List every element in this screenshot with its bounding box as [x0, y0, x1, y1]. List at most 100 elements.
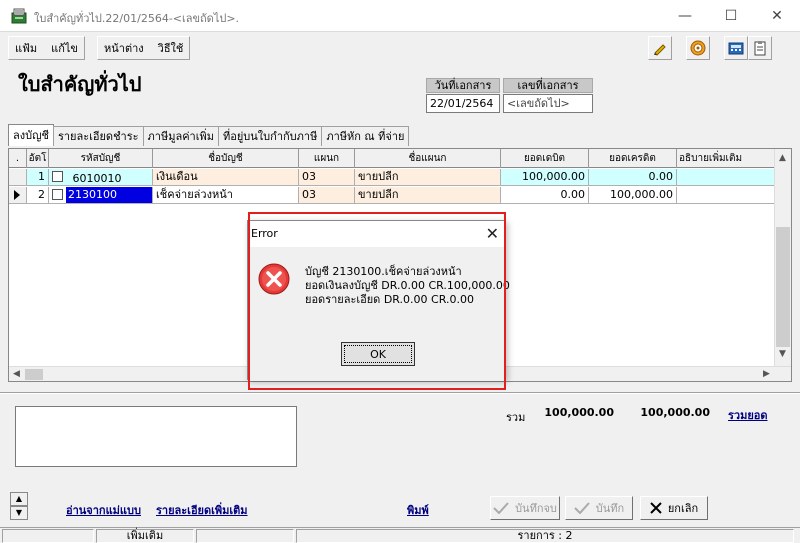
- title-bar: ใบสำคัญทั่วไป.22/01/2564-<เลขถัดไป>. — ☐…: [0, 0, 800, 32]
- maximize-button[interactable]: ☐: [708, 0, 754, 32]
- dept-name[interactable]: ขายปลีก: [355, 187, 501, 204]
- menu-window[interactable]: หน้าต่าง: [102, 39, 146, 57]
- menu-group-main: แฟ้ม แก้ไข: [8, 36, 85, 60]
- dept-code[interactable]: 03: [299, 187, 355, 204]
- spin-down-button[interactable]: ▼: [10, 506, 28, 520]
- row-checkbox-cell[interactable]: 2130100: [49, 187, 153, 204]
- grid-header-credit[interactable]: ยอดเครดิต: [589, 149, 677, 168]
- debit-amount[interactable]: 0.00: [501, 187, 589, 204]
- row-number: 2: [27, 187, 49, 204]
- credit-amount[interactable]: 0.00: [589, 169, 677, 186]
- save-button[interactable]: บันทึก: [565, 496, 633, 520]
- note-cell[interactable]: [677, 187, 775, 204]
- credit-amount[interactable]: 100,000.00: [589, 187, 677, 204]
- grid-header-dept-name[interactable]: ชื่อแผนก: [355, 149, 501, 168]
- account-code[interactable]: 6010010: [73, 172, 122, 185]
- read-template-link[interactable]: อ่านจากแม่แบบ: [66, 501, 141, 519]
- status-mode: เพิ่มเติม: [96, 529, 194, 543]
- scroll-left-icon[interactable]: ◀: [13, 369, 20, 379]
- account-name[interactable]: เงินเดือน: [153, 169, 299, 186]
- app-icon: [11, 8, 27, 24]
- tab-withholding-tax[interactable]: ภาษีหัก ณ ที่จ่าย: [321, 126, 410, 146]
- spin-up-icon: ▲: [15, 494, 23, 503]
- window-title: ใบสำคัญทั่วไป.22/01/2564-<เลขถัดไป>.: [34, 12, 240, 25]
- spin-up-button[interactable]: ▲: [10, 492, 28, 506]
- menu-edit[interactable]: แก้ไข: [49, 39, 80, 57]
- close-window-button[interactable]: ✕: [754, 0, 800, 32]
- menu-file[interactable]: แฟ้ม: [13, 39, 39, 57]
- total-debit: 100,000.00: [544, 406, 614, 419]
- save-close-button[interactable]: บันทึกจบ: [490, 496, 560, 520]
- dialog-message-line-3: ยอดรายละเอียด DR.0.00 CR.0.00: [305, 293, 474, 306]
- ok-button[interactable]: OK: [341, 342, 415, 366]
- table-row[interactable]: 2 2130100 เช็คจ่ายล่วงหน้า 03 ขายปลีก 0.…: [9, 187, 775, 204]
- dialog-message-line-1: บัญชี 2130100.เช็คจ่ายล่วงหน้า: [305, 265, 462, 278]
- menu-group-window: หน้าต่าง วิธีใช้: [97, 36, 191, 60]
- row-checkbox[interactable]: [52, 171, 63, 182]
- memo-textarea[interactable]: [15, 406, 297, 467]
- total-credit: 100,000.00: [640, 406, 710, 419]
- grid-header-account-name[interactable]: ชื่อบัญชี: [153, 149, 299, 168]
- sum-total-link[interactable]: รวมยอด: [728, 406, 768, 424]
- calculator-tool-button[interactable]: [724, 36, 748, 60]
- scroll-right-icon[interactable]: ▶: [763, 369, 770, 379]
- clipboard-tool-button[interactable]: [748, 36, 772, 60]
- scroll-down-icon[interactable]: ▼: [779, 349, 786, 359]
- tab-tax-invoice-address[interactable]: ที่อยู่บนใบกำกับภาษี: [218, 126, 323, 146]
- account-name[interactable]: เช็คจ่ายล่วงหน้า: [153, 187, 299, 204]
- print-link[interactable]: พิมพ์: [407, 501, 429, 519]
- minimize-button[interactable]: —: [662, 0, 708, 32]
- status-item-count: รายการ : 2: [296, 529, 794, 543]
- vertical-scroll-thumb[interactable]: [776, 227, 790, 347]
- scroll-up-icon[interactable]: ▲: [779, 153, 786, 163]
- horizontal-scroll-thumb[interactable]: [25, 369, 43, 380]
- target-tool-button[interactable]: [686, 36, 710, 60]
- debit-amount[interactable]: 100,000.00: [501, 169, 589, 186]
- doc-no-field[interactable]: <เลขถัดไป>: [503, 94, 593, 113]
- dept-code[interactable]: 03: [299, 169, 355, 186]
- check-icon: [493, 502, 509, 514]
- status-panel-empty: [2, 529, 94, 543]
- dept-name[interactable]: ขายปลีก: [355, 169, 501, 186]
- tab-payment-detail[interactable]: รายละเอียดชำระ: [52, 126, 144, 146]
- row-checkbox[interactable]: [52, 189, 63, 200]
- cancel-label: ยกเลิก: [667, 502, 699, 515]
- row-number: 1: [27, 169, 49, 186]
- grid-header-debit[interactable]: ยอดเดบิต: [501, 149, 589, 168]
- current-row-indicator[interactable]: [9, 187, 27, 204]
- check-icon: [574, 502, 590, 514]
- grid-vertical-scrollbar[interactable]: ▲ ▼: [774, 149, 791, 367]
- account-code-selected[interactable]: 2130100: [66, 187, 152, 203]
- menu-bar: แฟ้ม แก้ไข หน้าต่าง วิธีใช้: [0, 33, 800, 63]
- row-indicator[interactable]: [9, 169, 27, 186]
- dialog-title: Error: [251, 227, 278, 240]
- note-cell[interactable]: [677, 169, 775, 186]
- menu-help[interactable]: วิธีใช้: [156, 39, 186, 57]
- target-icon: [690, 40, 706, 56]
- doc-no-label: เลขที่เอกสาร: [503, 78, 593, 93]
- dialog-close-icon[interactable]: ✕: [486, 224, 499, 243]
- dialog-body: บัญชี 2130100.เช็คจ่ายล่วงหน้า ยอดเงินลง…: [248, 247, 510, 381]
- dialog-message-line-2: ยอดเงินลงบัญชี DR.0.00 CR.100,000.00: [305, 279, 510, 292]
- pencil-icon: [654, 44, 666, 56]
- grid-header-dept[interactable]: แผนก: [299, 149, 355, 168]
- doc-date-field[interactable]: 22/01/2564: [426, 94, 500, 113]
- row-checkbox-cell[interactable]: 6010010: [49, 169, 153, 186]
- doc-date-label: วันที่เอกสาร: [426, 78, 500, 93]
- page-title: ใบสำคัญทั่วไป: [18, 72, 142, 96]
- total-label: รวม: [506, 411, 526, 424]
- row-pointer-icon: [14, 190, 20, 200]
- table-row[interactable]: 1 6010010 เงินเดือน 03 ขายปลีก 100,000.0…: [9, 169, 775, 186]
- pencil-tool-button[interactable]: [648, 36, 672, 60]
- close-icon: [650, 502, 662, 514]
- tab-vat[interactable]: ภาษีมูลค่าเพิ่ม: [142, 126, 219, 146]
- tab-strip: ลงบัญชี รายละเอียดชำระ ภาษีมูลค่าเพิ่ม ท…: [8, 124, 410, 146]
- dialog-title-bar: Error ✕: [248, 221, 505, 247]
- grid-header-indicator: .: [9, 149, 27, 168]
- more-detail-link[interactable]: รายละเอียดเพิ่มเติม: [156, 501, 248, 519]
- cancel-button[interactable]: ยกเลิก: [640, 496, 708, 520]
- tab-posting[interactable]: ลงบัญชี: [8, 124, 54, 146]
- grid-header-note[interactable]: อธิบายเพิ่มเติม: [677, 149, 775, 168]
- grid-header-account-code[interactable]: รหัสบัญชี: [49, 149, 153, 168]
- grid-header-auto[interactable]: อัตโ: [27, 149, 49, 168]
